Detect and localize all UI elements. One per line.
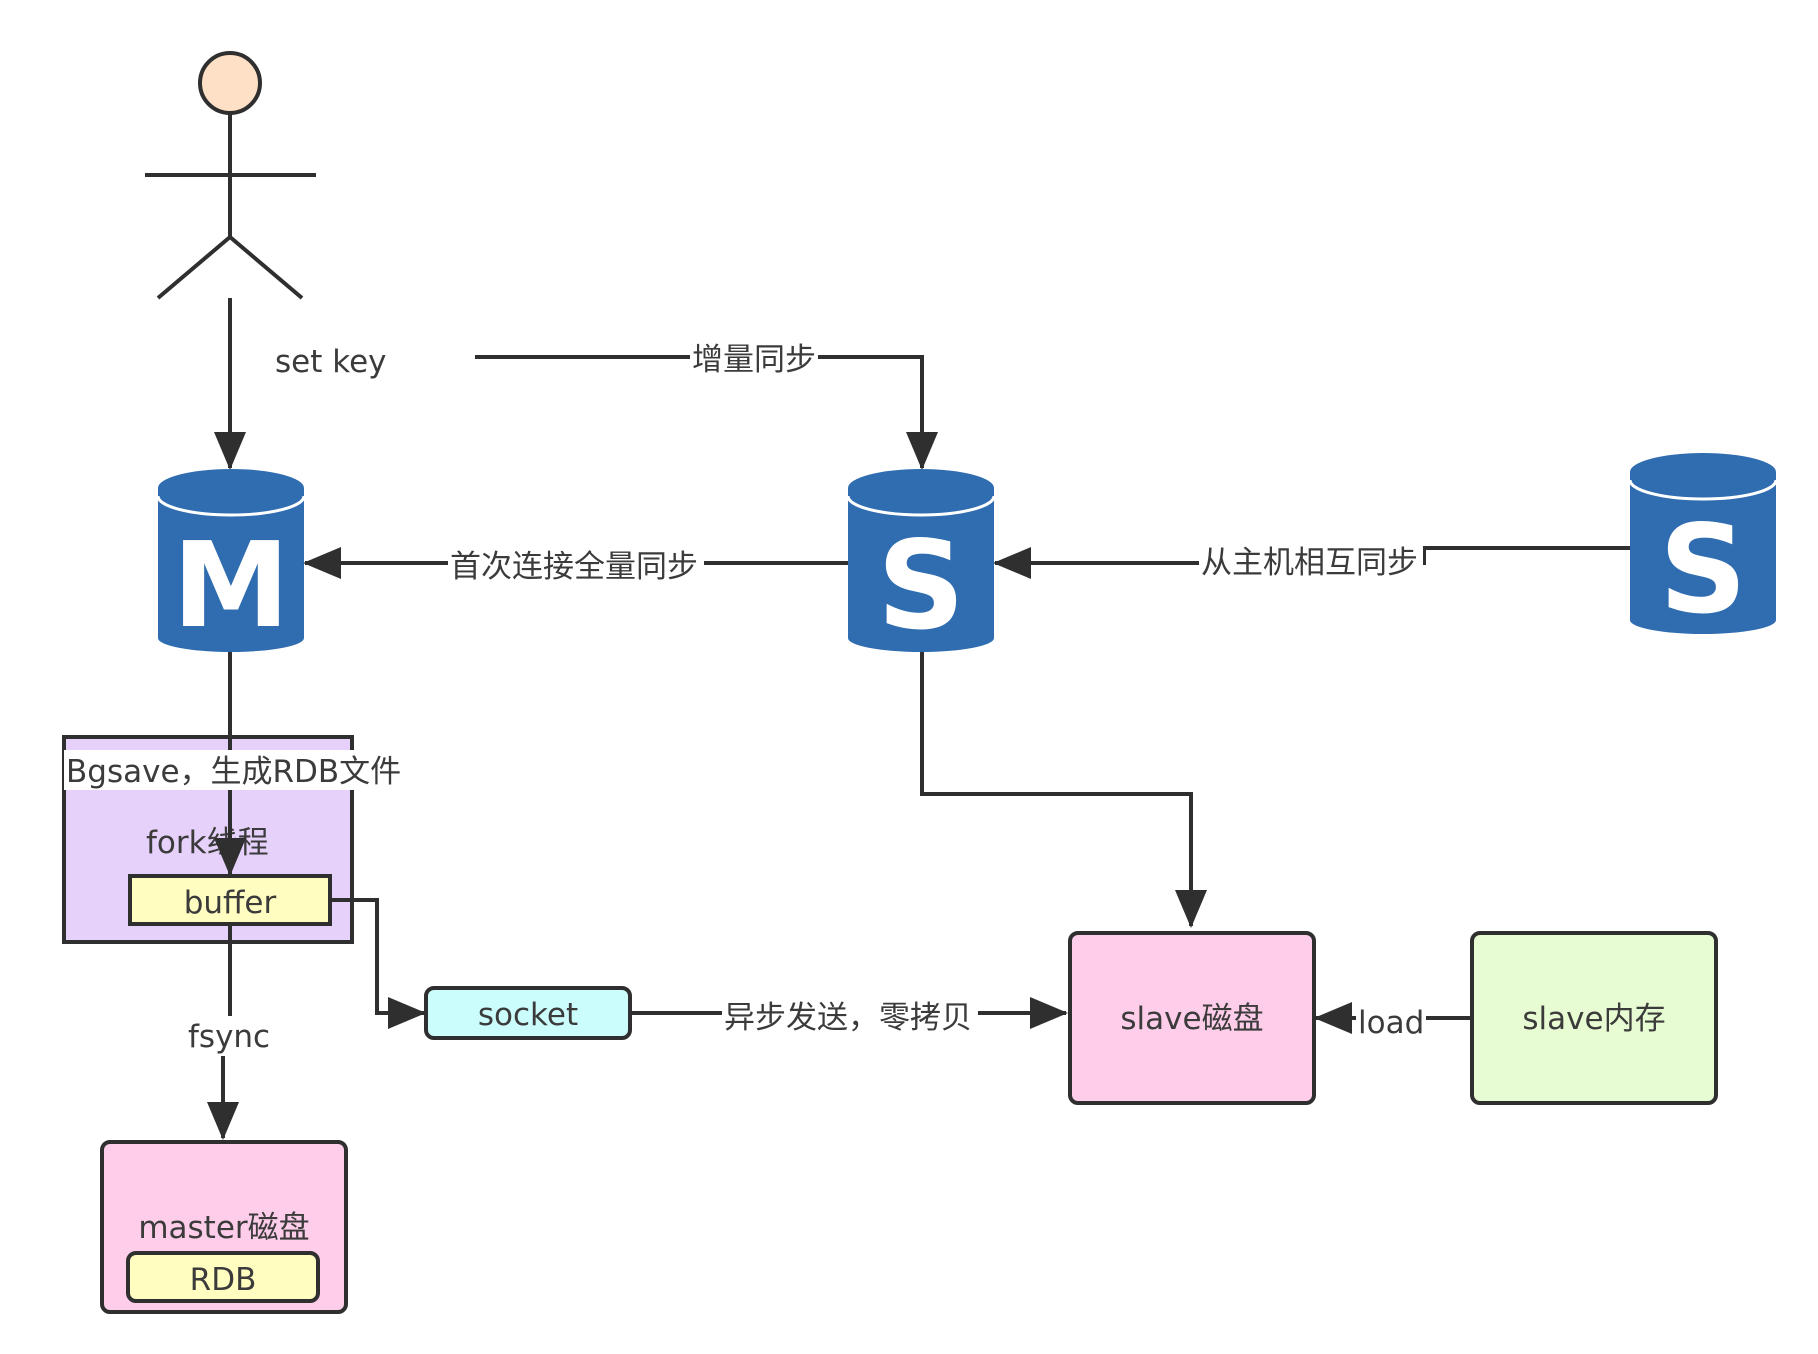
slave-memory-label: slave内存 <box>1522 1001 1665 1037</box>
rdb-label: RDB <box>190 1262 257 1298</box>
master-letter: M <box>172 516 289 654</box>
slave-disk-label: slave磁盘 <box>1120 1001 1263 1037</box>
slave-mutual-sync-label: 从主机相互同步 <box>1201 545 1418 581</box>
socket-label: socket <box>478 997 578 1033</box>
slave1-database-icon: S <box>846 469 996 657</box>
async-send-label: 异步发送，零拷贝 <box>724 1000 972 1036</box>
fork-thread-label: fork线程 <box>146 825 269 861</box>
buffer-label: buffer <box>184 885 277 921</box>
fsync-label: fsync <box>188 1019 270 1055</box>
user-actor-icon <box>145 51 316 300</box>
slave1-letter: S <box>877 515 965 657</box>
first-full-sync-label: 首次连接全量同步 <box>450 549 698 585</box>
set-key-label: set key <box>275 344 387 380</box>
incremental-sync-label: 增量同步 <box>692 342 816 378</box>
slave2-database-icon: S <box>1628 453 1778 641</box>
load-label: load <box>1358 1005 1424 1041</box>
edge-slave1-to-slave-disk <box>920 652 1207 928</box>
master-database-icon: M <box>156 469 306 654</box>
redis-replication-diagram: set key 增量同步 M S S 首次连接全量同步 从主机相互同步 fork… <box>62 51 1778 1314</box>
slave2-letter: S <box>1659 499 1747 641</box>
bgsave-label: Bgsave，生成RDB文件 <box>66 754 401 790</box>
master-disk-label: master磁盘 <box>138 1210 309 1246</box>
